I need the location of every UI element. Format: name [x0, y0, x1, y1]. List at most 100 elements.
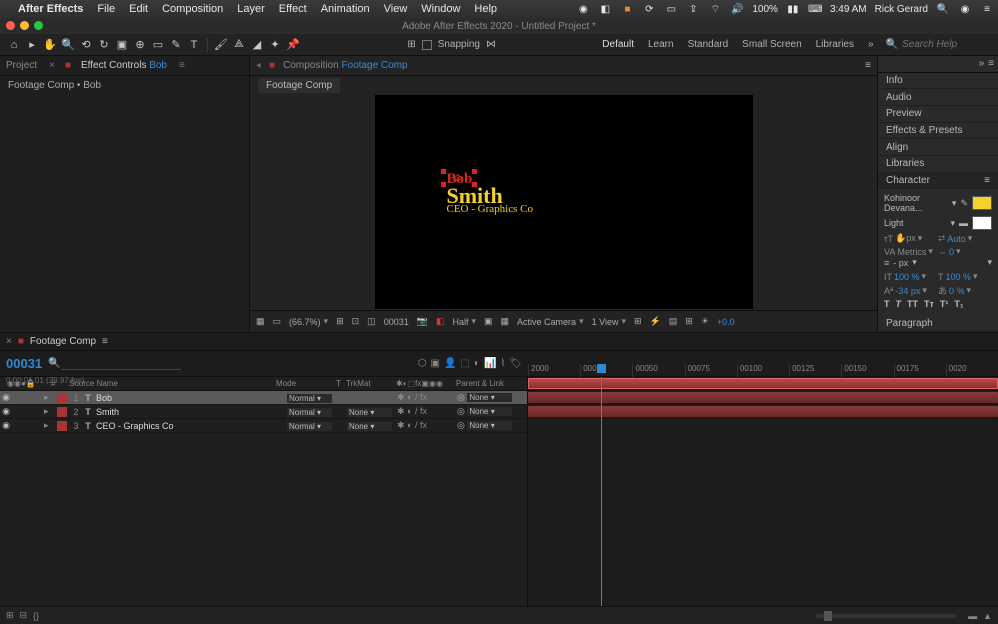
chevron-down-icon[interactable]: ▾: [950, 218, 955, 229]
panel-menu-icon[interactable]: ≡: [102, 336, 108, 347]
menu-effect[interactable]: Effect: [279, 3, 307, 15]
faux-bold-button[interactable]: T: [884, 299, 890, 309]
menu-layer[interactable]: Layer: [237, 3, 265, 15]
hand-tool-icon[interactable]: ✋: [42, 37, 58, 53]
tab-effect-controls[interactable]: Effect Controls Bob: [81, 60, 167, 71]
visibility-toggle-icon[interactable]: ◉: [0, 420, 12, 431]
graph-editor-icon[interactable]: 📊: [484, 358, 496, 369]
panel-preview[interactable]: Preview: [878, 106, 998, 123]
brush-tool-icon[interactable]: 🖌: [213, 37, 229, 53]
trkmat-header[interactable]: TrkMat: [343, 379, 393, 388]
panel-libraries[interactable]: Libraries: [878, 156, 998, 173]
snap-icon[interactable]: ⌇: [500, 358, 505, 369]
menu-view[interactable]: View: [384, 3, 408, 15]
timeline-tab[interactable]: Footage Comp: [30, 336, 96, 347]
layer-search-input[interactable]: [61, 358, 181, 370]
layer-name[interactable]: Bob: [94, 393, 287, 403]
label-color-chip[interactable]: [57, 393, 67, 403]
zoom-in-icon[interactable]: ▲: [983, 611, 992, 621]
resolution-icon[interactable]: ⊞: [336, 316, 344, 327]
search-help-input[interactable]: [902, 39, 992, 50]
timeline-zoom-slider[interactable]: [816, 614, 956, 618]
layer-bar[interactable]: [528, 406, 998, 417]
transparency-icon[interactable]: ▦: [501, 316, 510, 327]
snapshot-icon[interactable]: 📷: [417, 316, 428, 327]
panel-character[interactable]: Character≡: [878, 173, 998, 190]
display-icon[interactable]: ▭: [664, 4, 678, 15]
pen-tool-icon[interactable]: ✎: [168, 37, 184, 53]
faux-italic-button[interactable]: T: [896, 299, 902, 309]
tracking-field[interactable]: 0: [949, 247, 954, 257]
leading-field[interactable]: Auto: [947, 234, 966, 244]
tsume-field[interactable]: 0 %: [949, 286, 965, 296]
nav-back-icon[interactable]: ◂: [256, 60, 261, 71]
show-channel-icon[interactable]: ◧: [436, 316, 445, 327]
font-style-dropdown[interactable]: Light: [884, 218, 946, 228]
workspace-learn[interactable]: Learn: [648, 39, 674, 50]
parent-dropdown[interactable]: None ▾: [467, 421, 512, 430]
twirl-icon[interactable]: ▸: [44, 420, 54, 431]
menu-composition[interactable]: Composition: [162, 3, 223, 15]
layer-bar[interactable]: [528, 392, 998, 403]
draft-3d-icon[interactable]: ▣: [431, 358, 440, 369]
pickwhip-icon[interactable]: ◎: [457, 406, 465, 416]
pan-behind-tool-icon[interactable]: ⊕: [132, 37, 148, 53]
flowchart-icon[interactable]: ⊞: [685, 316, 693, 327]
panel-menu-icon[interactable]: ≡: [988, 58, 994, 69]
comp-breadcrumb[interactable]: Composition Footage Comp: [283, 60, 408, 71]
label-color-chip[interactable]: [57, 421, 67, 431]
mode-header[interactable]: Mode: [273, 379, 333, 388]
type-tool-icon[interactable]: T: [186, 37, 202, 53]
toggle-switches-icon[interactable]: ⊞: [6, 610, 14, 621]
shape-tool-icon[interactable]: ▭: [150, 37, 166, 53]
current-time-indicator-line[interactable]: [601, 377, 602, 606]
guides-icon[interactable]: ⊡: [352, 316, 360, 327]
composition-viewer[interactable]: Bob Smith CEO - Graphics Co: [250, 94, 877, 310]
menu-edit[interactable]: Edit: [129, 3, 148, 15]
traffic-lights[interactable]: [6, 21, 43, 30]
search-icon[interactable]: 🔍: [48, 358, 60, 369]
home-icon[interactable]: ⌂: [6, 37, 22, 53]
panel-overflow-icon[interactable]: »: [979, 58, 985, 69]
trkmat-dropdown[interactable]: None ▾: [347, 422, 392, 431]
alpha-toggle-icon[interactable]: ▦: [256, 316, 265, 327]
volume-icon[interactable]: 🔊: [730, 4, 744, 15]
panel-info[interactable]: Info: [878, 73, 998, 90]
no-stroke-icon[interactable]: ▬: [959, 218, 968, 228]
close-icon[interactable]: ×: [6, 336, 12, 347]
workspace-libraries[interactable]: Libraries: [816, 39, 854, 50]
battery-icon[interactable]: ▮▮: [786, 4, 800, 15]
timeline-tracks[interactable]: [528, 377, 998, 606]
font-family-dropdown[interactable]: Kohinoor Devana...: [884, 193, 948, 213]
comp-tab[interactable]: Footage Comp: [258, 78, 340, 93]
parent-header[interactable]: Parent & Link: [453, 379, 523, 388]
twirl-icon[interactable]: ▸: [44, 392, 54, 403]
snapping-options-icon[interactable]: ⋈: [486, 39, 496, 50]
layer-row[interactable]: ◉▸2TSmithNormal ▾None ▾✱ ◐ / fx◎ None ▾: [0, 405, 527, 419]
superscript-button[interactable]: T¹: [940, 299, 949, 309]
tray-icon[interactable]: ◧: [598, 4, 612, 15]
label-color-chip[interactable]: [57, 407, 67, 417]
current-frame[interactable]: 00031: [384, 317, 409, 327]
source-name-header[interactable]: Source Name: [66, 379, 273, 388]
airplay-icon[interactable]: ⇪: [686, 4, 700, 15]
search-icon[interactable]: 🔍: [886, 39, 898, 50]
snapping-checkbox[interactable]: [422, 40, 432, 50]
zoom-window-icon[interactable]: [34, 21, 43, 30]
layer-switches[interactable]: ✱ ◐ / fx: [397, 420, 457, 431]
orbit-tool-icon[interactable]: ⟲: [78, 37, 94, 53]
stroke-over-fill-dropdown[interactable]: ▾: [987, 257, 992, 268]
selection-tool-icon[interactable]: ▸: [24, 37, 40, 53]
composition-canvas[interactable]: Bob Smith CEO - Graphics Co: [375, 95, 753, 309]
blend-mode-dropdown[interactable]: Normal ▾: [287, 394, 332, 403]
eraser-tool-icon[interactable]: ◢: [249, 37, 265, 53]
blend-mode-dropdown[interactable]: Normal ▾: [287, 422, 332, 431]
magnification-dropdown[interactable]: (66.7%) ▾: [289, 316, 328, 327]
eyedropper-icon[interactable]: ✎: [960, 198, 968, 209]
stroke-width-field[interactable]: - px: [893, 258, 908, 268]
stroke-color-swatch[interactable]: [972, 216, 992, 230]
panel-effects-presets[interactable]: Effects & Presets: [878, 123, 998, 140]
vscale-field[interactable]: 100 %: [894, 272, 920, 282]
tray-icon[interactable]: ⟳: [642, 4, 656, 15]
subscript-button[interactable]: T₁: [954, 299, 963, 309]
